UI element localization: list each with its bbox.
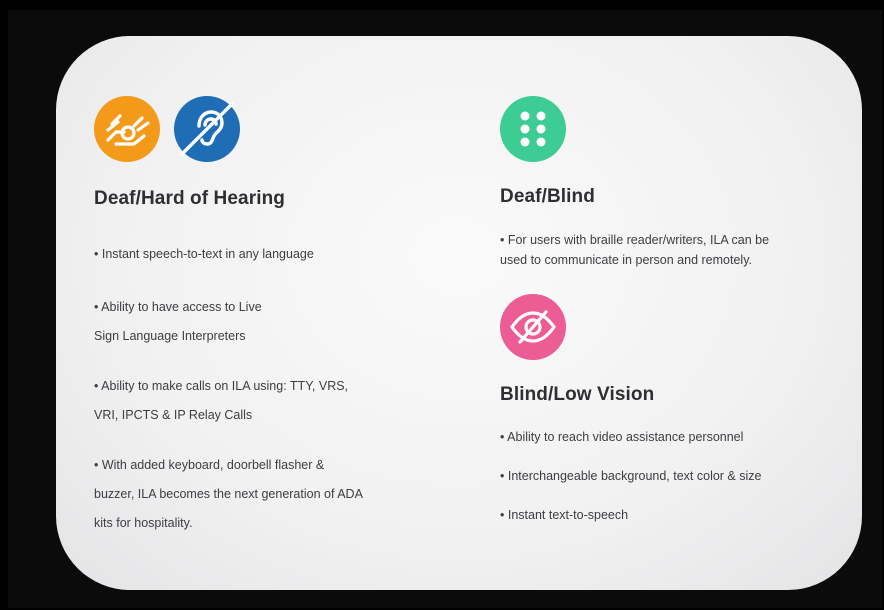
item-line: • With added keyboard, doorbell flasher … xyxy=(94,458,325,472)
sign-language-icon xyxy=(94,96,160,162)
eye-slash-icon xyxy=(500,294,566,360)
list-item: • Instant speech-to-text in any language xyxy=(94,242,314,267)
deaf-blind-heading: Deaf/Blind xyxy=(500,186,595,207)
item-line: VRI, IPCTS & IP Relay Calls xyxy=(94,408,253,422)
deaf-hard-of-hearing-heading: Deaf/Hard of Hearing xyxy=(94,188,285,209)
list-item: • Interchangeable background, text color… xyxy=(500,464,761,489)
item-line: • For users with braille reader/writers,… xyxy=(500,233,770,247)
item-line: • Ability to reach video assistance pers… xyxy=(500,430,744,444)
blind-low-vision-heading: Blind/Low Vision xyxy=(500,384,655,405)
list-item: • For users with braille reader/writers,… xyxy=(500,230,769,270)
item-line: • Interchangeable background, text color… xyxy=(500,469,762,483)
accessibility-card: Deaf/Hard of Hearing • Instant speech-to… xyxy=(56,36,862,590)
hearing-impaired-icon xyxy=(174,96,240,162)
item-line: • Instant text-to-speech xyxy=(500,508,629,522)
item-line: used to communicate in person and remote… xyxy=(500,253,752,267)
item-line: • Instant speech-to-text in any language xyxy=(94,247,314,261)
list-item: • Ability to have access to Live Sign La… xyxy=(94,295,262,349)
list-item: • Instant text-to-speech xyxy=(500,503,628,528)
item-line: • Ability to have access to Live xyxy=(94,300,262,314)
item-line: • Ability to make calls on ILA using: TT… xyxy=(94,379,349,393)
list-item: • Ability to reach video assistance pers… xyxy=(500,425,743,450)
item-line: kits for hospitality. xyxy=(94,516,193,530)
item-line: Sign Language Interpreters xyxy=(94,329,246,343)
item-line: buzzer, ILA becomes the next generation … xyxy=(94,487,363,501)
list-item: • Ability to make calls on ILA using: TT… xyxy=(94,374,348,428)
braille-icon xyxy=(500,96,566,162)
list-item: • With added keyboard, doorbell flasher … xyxy=(94,453,363,536)
